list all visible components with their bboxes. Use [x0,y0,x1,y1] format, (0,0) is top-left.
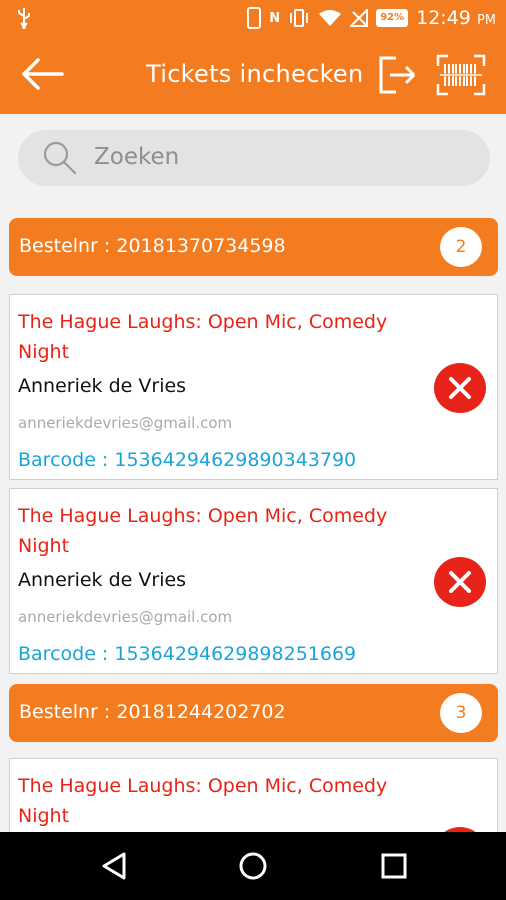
clock: 12:49 PM [416,7,496,29]
back-triangle-icon[interactable] [96,848,132,884]
order-number: Bestelnr : 20181370734598 [19,235,286,257]
barcode: Barcode : 15364294629898251669 [18,643,357,665]
event-title: The Hague Laughs: Open Mic, Comedy Night [18,311,388,363]
attendee-email: anneriekdevries@gmail.com [18,608,233,626]
usb-icon [18,8,30,29]
attendee-name: Anneriek de Vries [18,375,187,397]
close-icon [449,377,471,399]
order-header[interactable]: Bestelnr : 20181370734598 2 [9,218,498,276]
page-title: Tickets inchecken [146,60,364,88]
phone-icon [247,7,262,29]
search-input[interactable]: Zoeken [18,130,490,186]
status-bar: N 92% 12:49 PM [0,0,506,36]
search-placeholder: Zoeken [94,144,180,170]
ticket-count-badge: 2 [440,227,482,267]
close-icon [449,571,471,593]
order-header[interactable]: Bestelnr : 20181244202702 3 [9,684,498,742]
ticket-count-badge: 3 [440,693,482,733]
app-bar: Tickets inchecken [0,36,506,114]
nfc-icon: N [269,10,281,26]
arrow-left-icon[interactable] [20,54,66,94]
logout-icon[interactable] [376,54,418,96]
event-title: The Hague Laughs: Open Mic, Comedy Night [18,505,388,557]
attendee-email: anneriekdevries@gmail.com [18,414,233,432]
wifi-icon [319,10,342,26]
navigation-bar [0,832,506,900]
search-icon [43,141,77,175]
cancel-checkin-button[interactable] [434,557,486,607]
ticket-card[interactable]: The Hague Laughs: Open Mic, Comedy Night… [9,294,498,480]
order-number: Bestelnr : 20181244202702 [19,701,286,723]
cancel-checkin-button[interactable] [434,363,486,413]
vibrate-icon [290,9,309,27]
barcode-scan-icon[interactable] [436,54,486,96]
no-signal-icon [350,9,369,27]
attendee-name: Anneriek de Vries [18,569,187,591]
event-title: The Hague Laughs: Open Mic, Comedy Night [18,775,388,827]
ticket-card[interactable]: The Hague Laughs: Open Mic, Comedy Night… [9,488,498,674]
home-circle-icon[interactable] [235,848,271,884]
battery-icon: 92% [376,9,409,27]
barcode: Barcode : 15364294629890343790 [18,449,357,471]
recents-square-icon[interactable] [376,848,412,884]
